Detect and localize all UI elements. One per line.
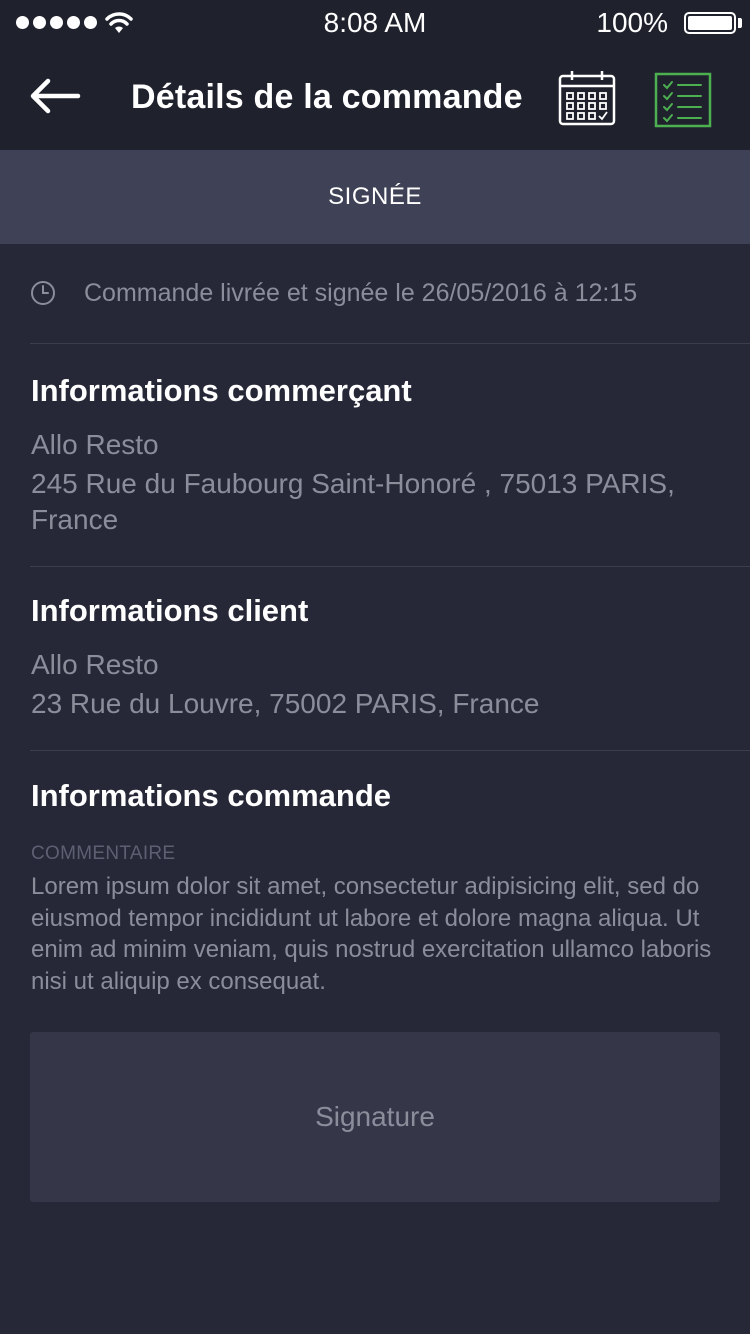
battery-percentage: 100% <box>596 7 668 38</box>
client-address: 23 Rue du Louvre, 75002 PARIS, France <box>31 688 540 719</box>
back-button[interactable] <box>28 76 84 116</box>
order-info-section: Informations commande COMMENTAIRE Lorem … <box>30 751 750 1334</box>
calendar-icon <box>558 71 616 126</box>
comment-label: COMMENTAIRE <box>31 843 176 864</box>
merchant-info-section: Informations commerçant Allo Resto 245 R… <box>30 345 750 567</box>
status-bar: 8:08 AM 100% <box>0 0 750 48</box>
signature-pad[interactable]: Signature <box>30 1032 720 1202</box>
comment-text: Lorem ipsum dolor sit amet, consectetur … <box>31 873 712 995</box>
merchant-name: Allo Resto <box>31 429 159 460</box>
checklist-icon <box>654 72 712 128</box>
calendar-button[interactable] <box>557 70 617 126</box>
arrow-left-icon <box>30 78 81 114</box>
delivery-info-text: Commande livrée et signée le 26/05/2016 … <box>84 279 638 307</box>
checklist-button[interactable] <box>654 72 712 128</box>
client-name: Allo Resto <box>31 649 159 680</box>
delivery-info-row: Commande livrée et signée le 26/05/2016 … <box>30 244 750 344</box>
battery-icon <box>684 12 736 34</box>
signature-placeholder: Signature <box>315 1101 435 1132</box>
battery-tip <box>738 18 742 28</box>
order-status-banner: SIGNÉE <box>0 150 750 244</box>
merchant-info-heading: Informations commerçant <box>31 373 412 408</box>
merchant-address: 245 Rue du Faubourg Saint-Honoré , 75013… <box>31 468 675 535</box>
client-info-section: Informations client Allo Resto 23 Rue du… <box>30 567 750 751</box>
battery-fill <box>688 16 732 30</box>
page-title: Détails de la commande <box>131 78 523 116</box>
navigation-bar: Détails de la commande <box>0 48 750 150</box>
order-info-heading: Informations commande <box>31 778 391 813</box>
clock-icon <box>31 281 55 305</box>
client-info-heading: Informations client <box>31 593 309 628</box>
